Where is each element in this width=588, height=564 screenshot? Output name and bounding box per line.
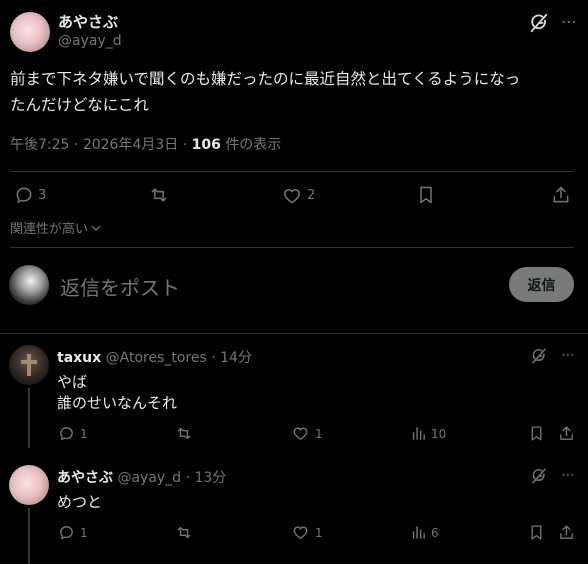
reply-time[interactable]: 14分	[220, 350, 252, 366]
author-avatar[interactable]	[10, 12, 50, 52]
reply-header: あやさぶ @ayay_d · 13分	[57, 467, 226, 487]
repost-icon[interactable]	[175, 425, 193, 442]
views-icon[interactable]	[410, 524, 427, 541]
reply-time[interactable]: 13分	[194, 470, 226, 486]
reply-avatar[interactable]	[9, 465, 49, 505]
like-count: 1	[315, 427, 323, 441]
reply-display-name[interactable]: あやさぶ	[57, 470, 113, 486]
more-menu-icon[interactable]: ⋯	[561, 347, 577, 363]
share-icon[interactable]	[558, 425, 575, 442]
views-count: 106	[191, 137, 221, 153]
views-icon[interactable]	[410, 425, 427, 442]
bookmark-icon[interactable]	[529, 425, 544, 442]
meta-separator: ·	[211, 350, 216, 366]
meta-separator: ·	[73, 137, 83, 153]
post-text-line-2: たんだけどなにこれ	[10, 96, 149, 114]
meta-separator: ·	[185, 470, 190, 486]
reply-input[interactable]: 返信をポスト	[60, 272, 180, 301]
view-count: 10	[431, 427, 447, 441]
reply-handle[interactable]: @ayay_d	[117, 470, 181, 486]
author-handle[interactable]: @ayay_d	[58, 33, 122, 49]
bookmark-icon[interactable]	[529, 524, 544, 541]
chevron-down-icon	[90, 222, 102, 234]
meta-separator: ·	[182, 137, 192, 153]
post-text-line-1: 前まで下ネタ嫌いで聞くのも嫌だったのに最近自然と出てくるようになっ	[10, 70, 521, 88]
grok-icon[interactable]	[530, 347, 548, 365]
author-display-name[interactable]: あやさぶ	[58, 11, 118, 32]
divider	[10, 171, 574, 172]
repost-icon[interactable]	[148, 185, 170, 205]
grok-icon[interactable]	[528, 12, 550, 34]
reply-icon[interactable]	[58, 425, 75, 442]
like-icon[interactable]	[292, 524, 309, 541]
my-avatar[interactable]	[9, 265, 49, 305]
share-icon[interactable]	[551, 185, 571, 205]
reply-handle[interactable]: @Atores_tores	[106, 350, 207, 366]
reply-icon[interactable]	[14, 185, 34, 205]
sort-selector[interactable]: 関連性が高い	[10, 218, 102, 237]
like-count: 1	[315, 526, 323, 540]
reply-display-name[interactable]: taxux	[57, 350, 101, 366]
like-icon[interactable]	[292, 425, 309, 442]
divider	[10, 247, 574, 248]
reply-avatar[interactable]	[9, 345, 49, 385]
grok-icon[interactable]	[530, 467, 548, 485]
reply-count: 1	[80, 526, 88, 540]
thread-line	[28, 388, 30, 448]
more-menu-icon[interactable]: ⋯	[561, 467, 577, 483]
bookmark-icon[interactable]	[417, 185, 435, 205]
share-icon[interactable]	[558, 524, 575, 541]
reply-count: 1	[80, 427, 88, 441]
sort-label: 関連性が高い	[10, 222, 89, 237]
reply-text-line-1: やば	[57, 373, 88, 391]
view-count: 6	[431, 526, 439, 540]
reply-count: 3	[38, 188, 47, 203]
reply-button[interactable]: 返信	[509, 267, 574, 302]
more-menu-icon[interactable]: ⋯	[559, 14, 579, 34]
post-meta: 午後7:25 · 2026年4月3日 · 106 件の表示	[10, 134, 281, 154]
views-label: 件の表示	[225, 137, 282, 153]
like-count: 2	[307, 188, 316, 203]
post-date[interactable]: 2026年4月3日	[83, 137, 178, 153]
like-icon[interactable]	[282, 186, 302, 206]
repost-icon[interactable]	[175, 524, 193, 541]
divider	[0, 333, 588, 334]
thread-line	[28, 508, 30, 564]
post-time[interactable]: 午後7:25	[10, 137, 69, 153]
reply-header: taxux @Atores_tores · 14分	[57, 347, 252, 367]
reply-text-line-2: 誰のせいなんそれ	[57, 394, 178, 412]
reply-icon[interactable]	[58, 524, 75, 541]
reply-text-line-1: めつと	[57, 493, 103, 511]
